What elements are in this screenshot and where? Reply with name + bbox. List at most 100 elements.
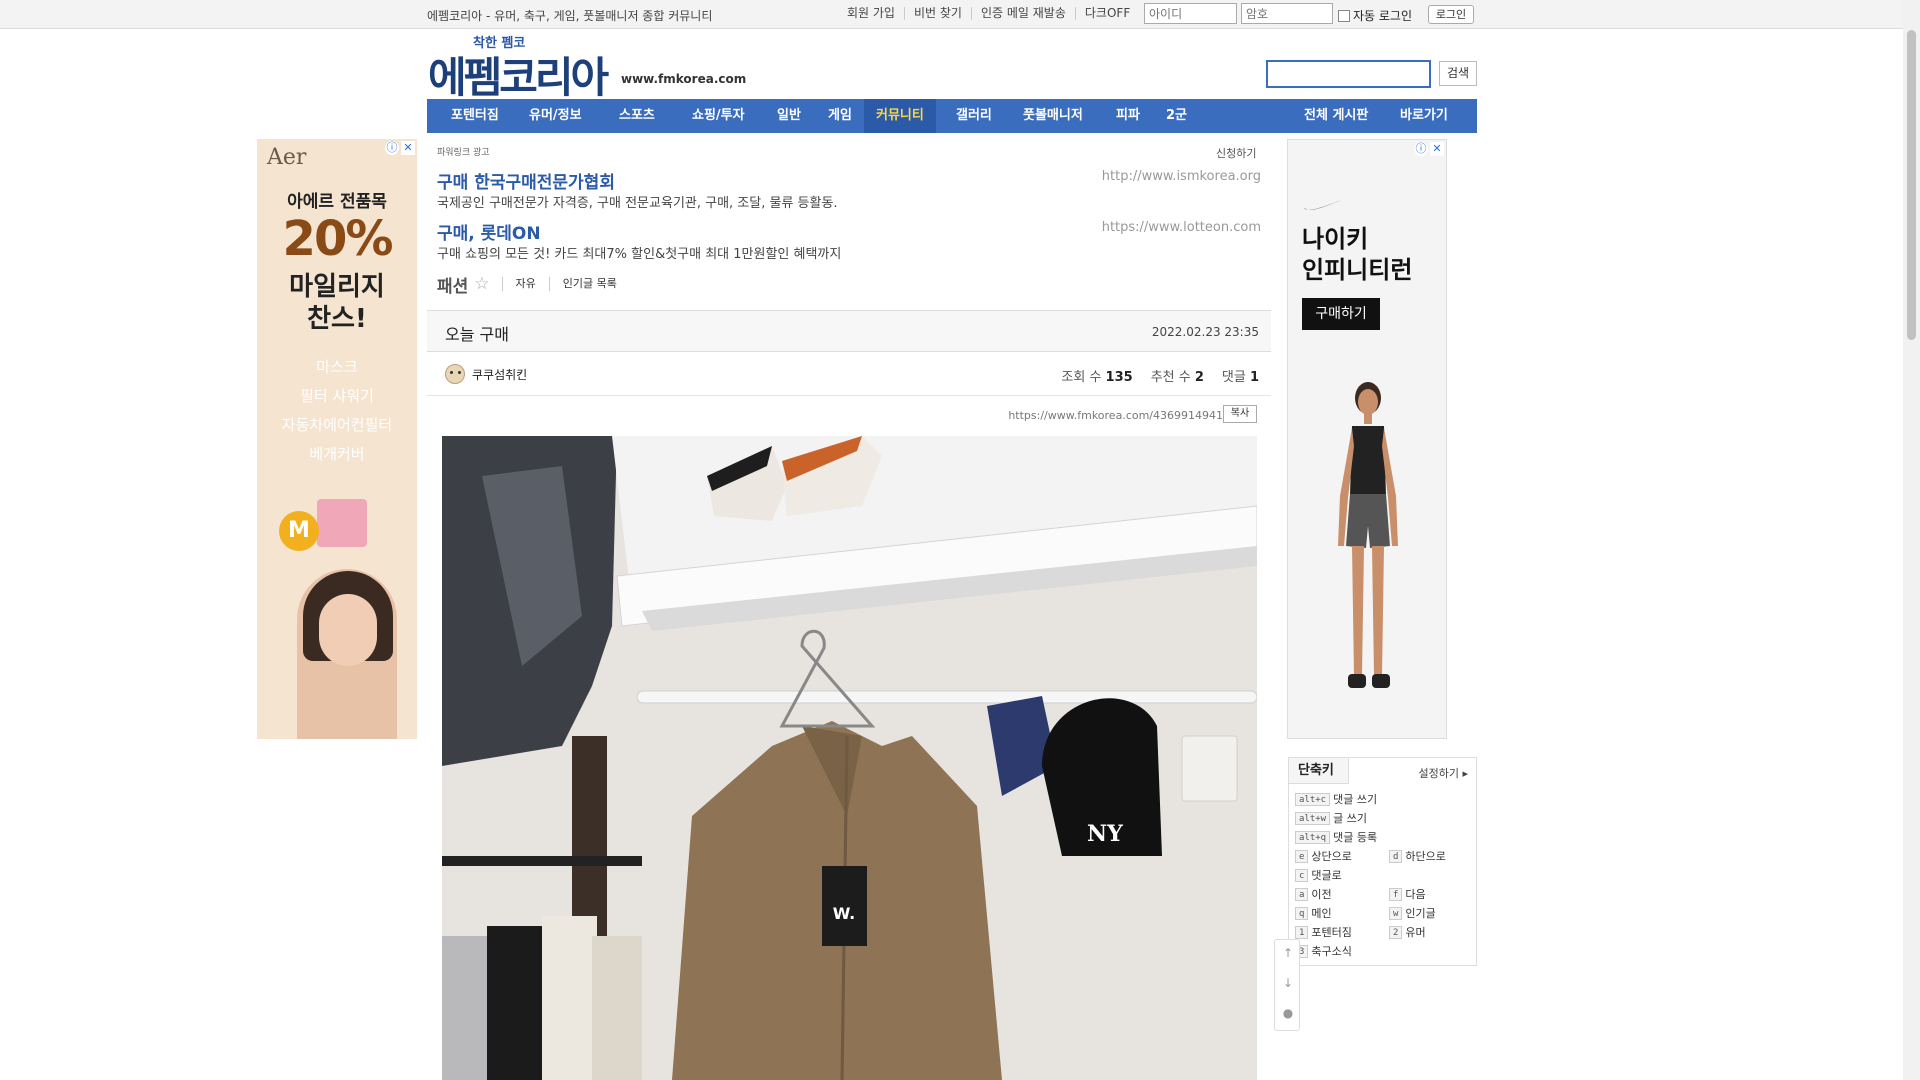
favorite-star-icon[interactable]: ☆ — [474, 274, 489, 294]
nav-item-game[interactable]: 게임 — [816, 99, 864, 133]
auto-login[interactable]: 자동 로그인 — [1338, 7, 1412, 24]
nav-item-community[interactable]: 커뮤니티 — [864, 99, 936, 133]
ad-item: 필터 샤워기 — [300, 387, 374, 405]
right-banner-ad[interactable]: ⓘ ✕ 나이키 인피니티런 구매하기 — [1287, 139, 1447, 739]
shortcut-label: 하단으로 — [1405, 850, 1446, 863]
search-input[interactable] — [1266, 60, 1431, 88]
shortcut-key: w — [1389, 906, 1403, 920]
ad-title-line-2: 인피니티런 — [1302, 256, 1413, 284]
board-tab-free[interactable]: 자유 — [501, 277, 549, 291]
powerlink-ad-desc: 국제공인 구매전문가 자격증, 구매 전문교육기관, 구매, 조달, 물류 등활… — [437, 196, 838, 211]
powerlink-ad-title[interactable]: 구매 한국구매전문가협회 — [437, 168, 615, 193]
nav-item-humor[interactable]: 유머/정보 — [517, 99, 594, 133]
avatar[interactable] — [445, 364, 465, 384]
powerlink-ad-desc: 구매 쇼핑의 모든 것! 카드 최대7% 할인&첫구매 최대 1만원할인 혜택까… — [437, 247, 842, 262]
ad-item: 자동차에어컨필터 — [281, 416, 393, 434]
ad-info-icon[interactable]: ⓘ — [385, 141, 399, 155]
author-name[interactable]: 쿠쿠섬취킨 — [472, 366, 527, 383]
username-input[interactable] — [1144, 3, 1237, 24]
shortcut-key: d — [1389, 849, 1403, 863]
ad-close-icon[interactable]: ✕ — [401, 141, 415, 155]
shortcut-panel: 단축키 설정하기 ▸ alt+c 댓글 쓰기 alt+w 글 쓰기 alt+q 댓글 … — [1288, 757, 1477, 966]
shortcut-key: a — [1295, 887, 1309, 901]
like-count-value: 2 — [1194, 370, 1204, 385]
clothing-tag-text: W. — [833, 904, 855, 923]
nav-item-shortcut[interactable]: 바로가기 — [1388, 99, 1460, 133]
ad-info-icon[interactable]: ⓘ — [1414, 142, 1428, 156]
nav-item-general[interactable]: 일반 — [765, 99, 813, 133]
site-logo[interactable]: 착한 펨코 에펨코리아 — [428, 32, 609, 102]
page-scrollbar[interactable] — [1903, 0, 1920, 1080]
shortcut-row: q 메인 — [1295, 905, 1332, 921]
nav-item-poten[interactable]: 포텐터짐 — [439, 99, 511, 133]
nav-item-all-boards[interactable]: 전체 게시판 — [1292, 99, 1380, 133]
shortcut-row: 1 포텐터짐 — [1295, 924, 1352, 940]
scroll-up-icon[interactable]: ↑ — [1275, 946, 1301, 960]
nav-item-gallery[interactable]: 갤러리 — [944, 99, 1004, 133]
runner-model-graphic — [1338, 382, 1398, 688]
ad-title: 나이키 인피니티런 — [1302, 224, 1412, 286]
ad-close-icon[interactable]: ✕ — [1430, 142, 1444, 156]
login-button[interactable]: 로그인 — [1428, 5, 1474, 24]
nav-item-sports[interactable]: 스포츠 — [607, 99, 667, 133]
scrollbar-thumb[interactable] — [1907, 30, 1916, 340]
shortcut-settings-label: 설정하기 — [1418, 767, 1459, 780]
dark-mode-toggle[interactable]: 다크OFF — [1076, 7, 1139, 20]
comment-icon[interactable]: ● — [1275, 1006, 1301, 1020]
shortcut-label: 댓글 쓰기 — [1333, 793, 1378, 806]
view-count-value: 135 — [1105, 370, 1133, 385]
shortcut-label: 축구소식 — [1311, 945, 1352, 958]
board-name[interactable]: 패션 — [437, 272, 468, 297]
shortcut-row: 2 유머 — [1389, 924, 1426, 940]
shortcut-label: 이전 — [1311, 888, 1332, 901]
ad-buy-button[interactable]: 구매하기 — [1302, 298, 1380, 330]
caret-right-icon: ▸ — [1462, 767, 1468, 780]
auto-login-label: 자동 로그인 — [1353, 9, 1413, 23]
powerlink-ad-title[interactable]: 구매, 롯데ON — [437, 219, 541, 244]
post-meta: 쿠쿠섬취킨 조회 수 135 추천 수 2 댓글 1 — [427, 352, 1271, 396]
powerlink-apply-link[interactable]: 신청하기 — [1216, 145, 1256, 161]
logo-text: 에펨코리아 — [428, 53, 609, 102]
nav-item-shopping[interactable]: 쇼핑/투자 — [680, 99, 757, 133]
shortcut-row: a 이전 — [1295, 886, 1332, 902]
comment-count: 댓글 1 — [1222, 366, 1259, 385]
left-banner-ad[interactable]: ⓘ ✕ Aer 아에르 전품목 20% 마일리지 찬스! 마스크 필터 샤워기 … — [257, 139, 417, 739]
post-header: 오늘 구매 2022.02.23 23:35 — [427, 310, 1271, 352]
board-tab-popular[interactable]: 인기글 목록 — [548, 277, 630, 291]
shortcut-label: 다음 — [1405, 888, 1426, 901]
nav-item-fm[interactable]: 풋볼매니저 — [1011, 99, 1095, 133]
shortcut-label: 댓글로 — [1311, 869, 1342, 882]
resend-email-link[interactable]: 인증 메일 재발송 — [972, 7, 1076, 20]
closet-photo-graphic: W. NY — [442, 436, 1257, 1080]
signup-link[interactable]: 회원 가입 — [838, 7, 905, 20]
nav-item-fifa[interactable]: 피파 — [1104, 99, 1152, 133]
powerlink-ad-url[interactable]: https://www.lotteon.com — [1102, 220, 1261, 235]
scroll-down-icon[interactable]: ↓ — [1275, 976, 1301, 990]
shortcut-row: alt+q 댓글 등록 — [1295, 829, 1377, 845]
password-input[interactable] — [1241, 3, 1333, 24]
shortcut-key: q — [1295, 906, 1309, 920]
auto-login-checkbox[interactable] — [1338, 9, 1350, 22]
nav-item-2gun[interactable]: 2군 — [1154, 99, 1199, 133]
shortcut-tab[interactable]: 단축키 — [1289, 758, 1349, 784]
ad-item: 베개커버 — [309, 445, 365, 463]
gift-box-graphic — [317, 499, 367, 547]
nike-swoosh-icon — [1304, 199, 1344, 210]
copy-link-button[interactable]: 복사 — [1223, 405, 1257, 423]
shortcut-settings-link[interactable]: 설정하기 ▸ — [1418, 765, 1468, 781]
search-button[interactable]: 검색 — [1439, 61, 1477, 86]
find-password-link[interactable]: 비번 찾기 — [905, 7, 972, 20]
coin-graphic: M — [279, 511, 319, 551]
top-bar: 에펨코리아 - 유머, 축구, 게임, 풋볼매니저 종합 커뮤니티 회원 가입 … — [0, 0, 1920, 29]
cap-logo-graphic: NY — [1087, 821, 1123, 847]
powerlink-ad-url[interactable]: http://www.ismkorea.org — [1102, 169, 1261, 184]
view-count-label: 조회 수 — [1061, 370, 1102, 385]
post-permalink[interactable]: https://www.fmkorea.com/4369914941 — [1008, 409, 1223, 422]
shortcut-key: c — [1295, 868, 1309, 882]
post-stats: 조회 수 135 추천 수 2 댓글 1 — [1061, 366, 1259, 385]
ad-headline: 아에르 전품목 — [287, 192, 387, 212]
view-count: 조회 수 135 — [1061, 366, 1132, 385]
comment-count-label: 댓글 — [1221, 370, 1246, 385]
post-date: 2022.02.23 23:35 — [1151, 325, 1259, 339]
ad-subline-2: 찬스! — [307, 304, 367, 334]
